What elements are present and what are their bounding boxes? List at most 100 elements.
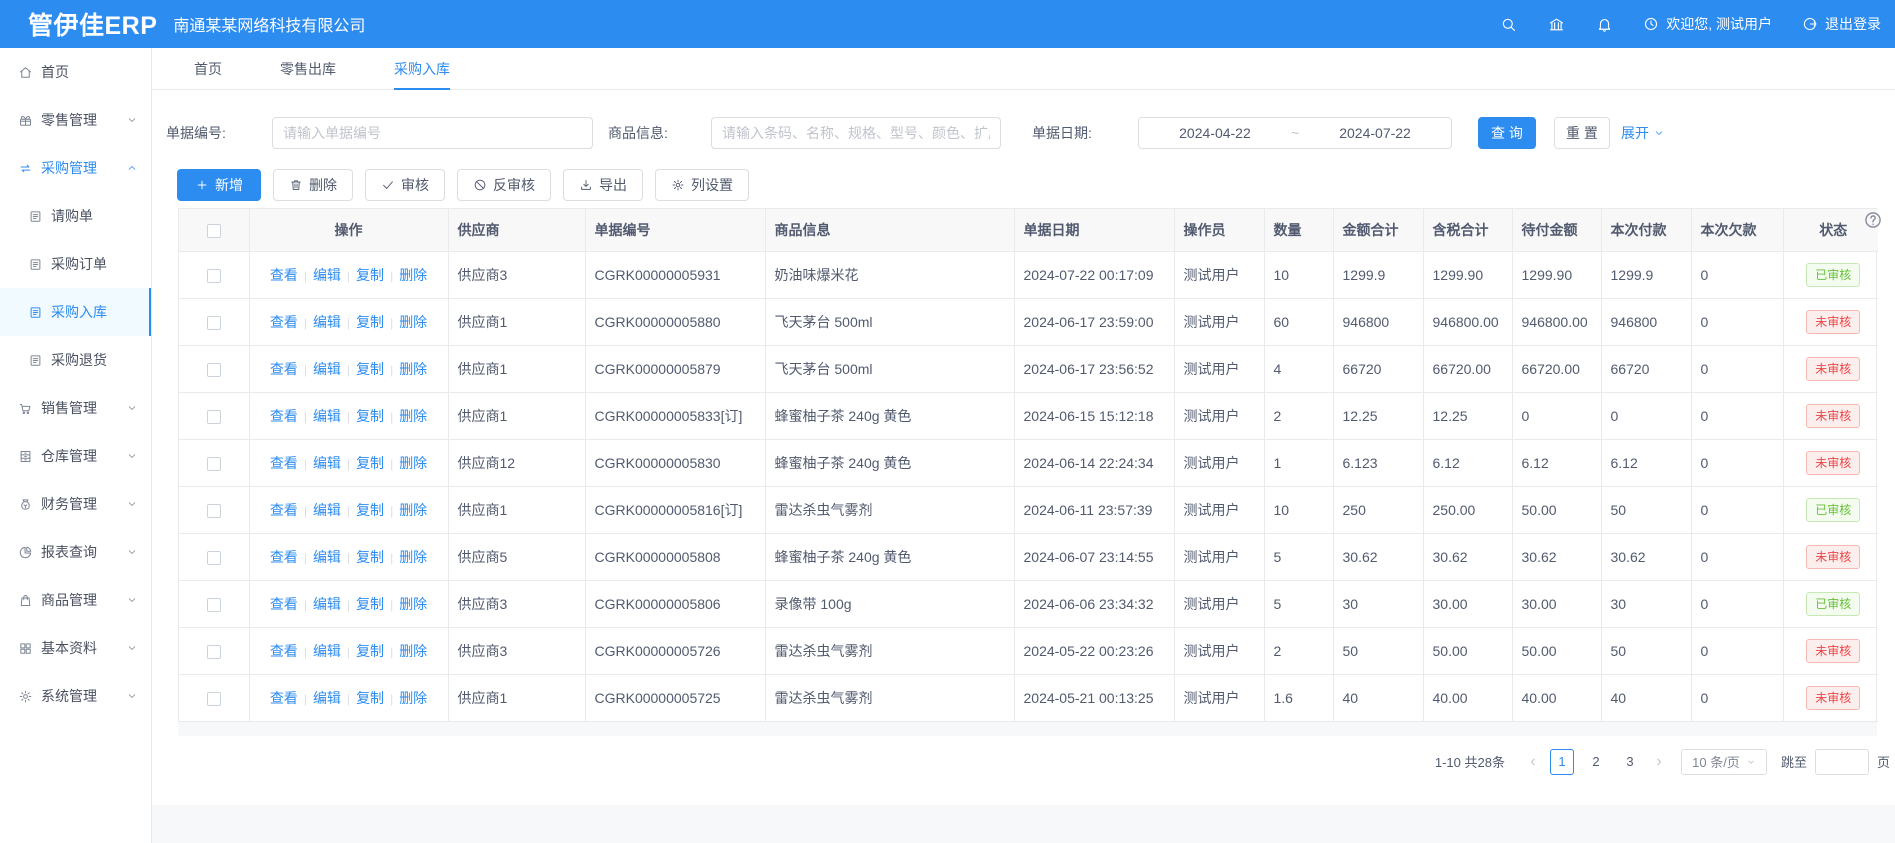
prev-page-icon[interactable] xyxy=(1527,756,1539,768)
row-action-edit[interactable]: 编辑 xyxy=(313,408,341,424)
row-action-delete[interactable]: 删除 xyxy=(399,643,427,659)
row-checkbox[interactable] xyxy=(207,598,221,612)
delete-button[interactable]: 删除 xyxy=(273,169,353,201)
expand-link[interactable]: 展开 xyxy=(1621,123,1665,143)
sidebar-item[interactable]: 采购退货 xyxy=(0,336,151,384)
row-action-edit[interactable]: 编辑 xyxy=(313,690,341,706)
row-action-view[interactable]: 查看 xyxy=(270,502,298,518)
audit-button[interactable]: 审核 xyxy=(365,169,445,201)
row-checkbox[interactable] xyxy=(207,504,221,518)
help-icon[interactable] xyxy=(1863,210,1883,230)
action-separator: | xyxy=(390,551,393,565)
product-input[interactable] xyxy=(711,117,1001,149)
cell-amount: 12.25 xyxy=(1333,392,1423,439)
cell-tax_amount: 12.25 xyxy=(1423,392,1512,439)
date-range-picker[interactable]: 2024-04-22 ~ 2024-07-22 xyxy=(1138,117,1452,149)
search-icon[interactable] xyxy=(1500,16,1517,33)
row-action-delete[interactable]: 删除 xyxy=(399,408,427,424)
sidebar-item[interactable]: 采购管理 xyxy=(0,144,151,192)
sidebar-item[interactable]: 采购订单 xyxy=(0,240,151,288)
row-checkbox[interactable] xyxy=(207,363,221,377)
horizontal-scrollbar[interactable] xyxy=(178,722,1877,736)
sidebar-item[interactable]: 首页 xyxy=(0,48,151,96)
row-checkbox[interactable] xyxy=(207,457,221,471)
tab[interactable]: 采购入库 xyxy=(394,48,450,90)
row-checkbox[interactable] xyxy=(207,692,221,706)
sidebar-item[interactable]: 报表查询 xyxy=(0,528,151,576)
page-size-select[interactable]: 10 条/页 xyxy=(1681,749,1767,775)
row-action-copy[interactable]: 复制 xyxy=(356,267,384,283)
select-all-checkbox[interactable] xyxy=(207,224,221,238)
row-action-view[interactable]: 查看 xyxy=(270,690,298,706)
tab[interactable]: 首页 xyxy=(194,48,222,90)
search-button[interactable]: 查 询 xyxy=(1478,117,1536,149)
row-action-copy[interactable]: 复制 xyxy=(356,549,384,565)
page-number-3[interactable]: 3 xyxy=(1618,749,1642,775)
row-action-delete[interactable]: 删除 xyxy=(399,455,427,471)
row-action-view[interactable]: 查看 xyxy=(270,549,298,565)
row-action-copy[interactable]: 复制 xyxy=(356,502,384,518)
logout-button[interactable]: 退出登录 xyxy=(1802,14,1881,34)
row-action-edit[interactable]: 编辑 xyxy=(313,643,341,659)
row-action-edit[interactable]: 编辑 xyxy=(313,502,341,518)
row-action-delete[interactable]: 删除 xyxy=(399,596,427,612)
cell-supplier: 供应商1 xyxy=(448,486,585,533)
row-action-view[interactable]: 查看 xyxy=(270,596,298,612)
sidebar-item[interactable]: 销售管理 xyxy=(0,384,151,432)
row-action-copy[interactable]: 复制 xyxy=(356,361,384,377)
page-number-2[interactable]: 2 xyxy=(1584,749,1608,775)
row-action-copy[interactable]: 复制 xyxy=(356,596,384,612)
sidebar-item[interactable]: 采购入库 xyxy=(0,288,151,336)
reset-button[interactable]: 重 置 xyxy=(1554,117,1610,149)
row-action-edit[interactable]: 编辑 xyxy=(313,549,341,565)
sidebar-item[interactable]: 商品管理 xyxy=(0,576,151,624)
row-action-view[interactable]: 查看 xyxy=(270,643,298,659)
sidebar-item[interactable]: 基本资料 xyxy=(0,624,151,672)
bank-icon[interactable] xyxy=(1548,16,1565,33)
export-button[interactable]: 导出 xyxy=(563,169,643,201)
row-checkbox[interactable] xyxy=(207,410,221,424)
sidebar-item[interactable]: 零售管理 xyxy=(0,96,151,144)
sidebar-item[interactable]: 请购单 xyxy=(0,192,151,240)
sidebar-item[interactable]: 系统管理 xyxy=(0,672,151,720)
row-checkbox[interactable] xyxy=(207,645,221,659)
welcome-user[interactable]: 欢迎您, 测试用户 xyxy=(1643,14,1772,34)
row-action-view[interactable]: 查看 xyxy=(270,361,298,377)
row-action-delete[interactable]: 删除 xyxy=(399,267,427,283)
row-action-delete[interactable]: 删除 xyxy=(399,549,427,565)
bell-icon[interactable] xyxy=(1596,16,1613,33)
row-checkbox[interactable] xyxy=(207,316,221,330)
row-action-view[interactable]: 查看 xyxy=(270,267,298,283)
unaudit-button[interactable]: 反审核 xyxy=(457,169,551,201)
row-action-copy[interactable]: 复制 xyxy=(356,690,384,706)
tab[interactable]: 零售出库 xyxy=(280,48,336,90)
row-action-view[interactable]: 查看 xyxy=(270,314,298,330)
row-action-edit[interactable]: 编辑 xyxy=(313,361,341,377)
row-action-edit[interactable]: 编辑 xyxy=(313,314,341,330)
row-action-copy[interactable]: 复制 xyxy=(356,408,384,424)
sidebar-item[interactable]: 仓库管理 xyxy=(0,432,151,480)
next-page-icon[interactable] xyxy=(1653,756,1665,768)
sidebar-item[interactable]: 财务管理 xyxy=(0,480,151,528)
row-action-copy[interactable]: 复制 xyxy=(356,314,384,330)
warehouse-icon xyxy=(18,449,33,464)
page-number-1[interactable]: 1 xyxy=(1550,749,1574,775)
row-action-copy[interactable]: 复制 xyxy=(356,643,384,659)
row-checkbox[interactable] xyxy=(207,551,221,565)
add-button[interactable]: 新增 xyxy=(177,169,261,201)
jump-page-input[interactable] xyxy=(1815,749,1869,775)
row-action-delete[interactable]: 删除 xyxy=(399,502,427,518)
row-action-edit[interactable]: 编辑 xyxy=(313,455,341,471)
row-action-view[interactable]: 查看 xyxy=(270,408,298,424)
row-checkbox[interactable] xyxy=(207,269,221,283)
doc-no-input[interactable] xyxy=(272,117,593,149)
column-settings-button[interactable]: 列设置 xyxy=(655,169,749,201)
cell-product: 蜂蜜柚子茶 240g 黄色 xyxy=(765,533,1014,580)
row-action-delete[interactable]: 删除 xyxy=(399,690,427,706)
row-action-view[interactable]: 查看 xyxy=(270,455,298,471)
row-action-delete[interactable]: 删除 xyxy=(399,361,427,377)
row-action-copy[interactable]: 复制 xyxy=(356,455,384,471)
row-action-edit[interactable]: 编辑 xyxy=(313,267,341,283)
row-action-delete[interactable]: 删除 xyxy=(399,314,427,330)
row-action-edit[interactable]: 编辑 xyxy=(313,596,341,612)
